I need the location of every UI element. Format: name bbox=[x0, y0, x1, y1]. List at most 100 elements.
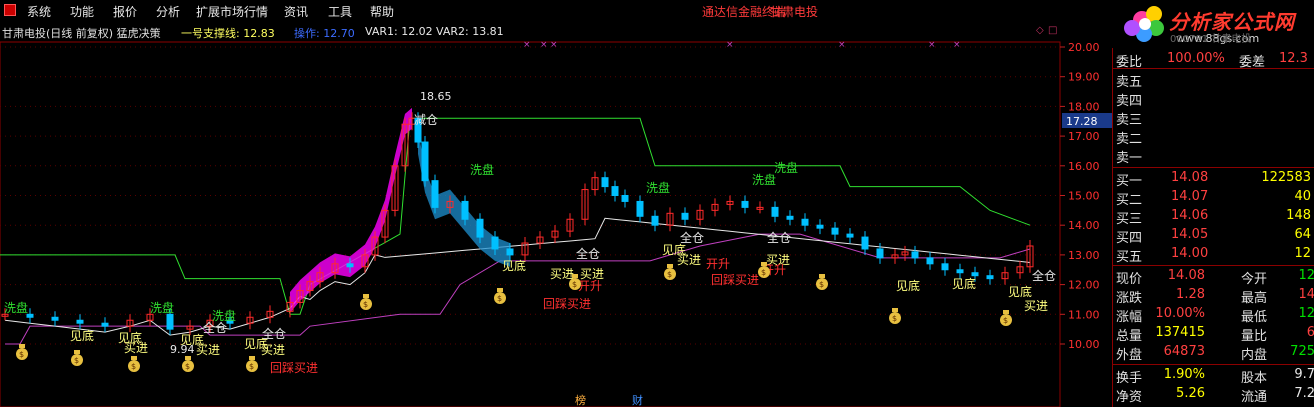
candle bbox=[461, 200, 469, 220]
menu-analysis[interactable]: 分析 bbox=[156, 3, 180, 20]
brand-logo: 分析家公式网 www.88gs.com 000791 甘肃电投 bbox=[1114, 0, 1314, 48]
stat-row: 涨跌 1.28 最高 14 bbox=[1116, 287, 1314, 306]
svg-text:×: × bbox=[726, 40, 734, 50]
signal-label-kaisheng: 开升 bbox=[578, 279, 602, 293]
candle bbox=[621, 195, 629, 202]
price-tick: 18.00 bbox=[1068, 100, 1100, 113]
sell-5-row[interactable]: 卖五 bbox=[1113, 70, 1314, 90]
buy-1-row[interactable]: 买一 14.08 122583 bbox=[1113, 169, 1314, 189]
sell-4-row[interactable]: 卖四 bbox=[1113, 89, 1314, 109]
menu-news[interactable]: 资讯 bbox=[284, 3, 308, 20]
menu-function[interactable]: 功能 bbox=[70, 3, 94, 20]
candle bbox=[491, 236, 499, 250]
signal-label-xipan: 洗盘 bbox=[646, 180, 670, 195]
menu-extended-market[interactable]: 扩展市场行情 bbox=[196, 3, 268, 20]
stat-row: 外盘 64873 内盘 725 bbox=[1116, 344, 1314, 363]
candle bbox=[431, 180, 439, 208]
menu-quote[interactable]: 报价 bbox=[113, 3, 137, 20]
cai-marker[interactable]: 财 bbox=[632, 393, 643, 407]
svg-text:$: $ bbox=[667, 270, 672, 279]
signal-label-maijin: 买进 bbox=[550, 267, 574, 281]
candle bbox=[506, 248, 514, 256]
svg-text:$: $ bbox=[249, 362, 254, 371]
stat2-row: 换手 1.90% 股本 9.7 bbox=[1116, 367, 1314, 386]
signal-label-xipan: 洗盘 bbox=[774, 160, 798, 175]
buy-5-row[interactable]: 买五 14.00 12 bbox=[1113, 245, 1314, 265]
svg-text:×: × bbox=[953, 40, 961, 50]
price-tick: 11.00 bbox=[1068, 308, 1100, 321]
menu-tools[interactable]: 工具 bbox=[328, 3, 352, 20]
signal-label-xipan: 洗盘 bbox=[752, 172, 776, 187]
candle bbox=[926, 257, 934, 265]
signal-label-xipan: 洗盘 bbox=[470, 162, 494, 177]
price-axis-ticks: 20.00 19.00 18.00 17.00 16.00 15.00 14.00 13.00… bbox=[1060, 41, 1100, 351]
candle bbox=[421, 141, 429, 182]
app-logo-icon[interactable] bbox=[4, 4, 16, 16]
candle bbox=[611, 186, 619, 196]
svg-text:$: $ bbox=[1003, 316, 1008, 325]
candle bbox=[346, 263, 354, 268]
sell-3-row[interactable]: 卖三 bbox=[1113, 108, 1314, 128]
chart-frame bbox=[0, 41, 1061, 407]
signal-label-maijin: 买进 bbox=[261, 343, 285, 357]
signal-label-quancang: 全仓 bbox=[262, 326, 286, 341]
svg-text:×: × bbox=[550, 40, 558, 50]
signal-label-jiandi: 见底 bbox=[502, 258, 526, 273]
flower-logo-icon bbox=[1124, 6, 1164, 42]
price-tick: 10.00 bbox=[1068, 338, 1100, 351]
candle bbox=[911, 251, 919, 259]
candle bbox=[876, 248, 884, 259]
candle bbox=[801, 218, 809, 226]
candle bbox=[476, 218, 484, 238]
money-bag-icon: $ bbox=[128, 356, 140, 372]
grid-lines bbox=[0, 46, 1060, 345]
svg-text:$: $ bbox=[19, 350, 24, 359]
signal-label-maijin: 买进 bbox=[124, 341, 148, 355]
sell-2-row[interactable]: 卖二 bbox=[1113, 127, 1314, 147]
price-tick: 13.00 bbox=[1068, 249, 1100, 262]
candle bbox=[771, 206, 779, 217]
candle bbox=[986, 275, 994, 280]
svg-text:×: × bbox=[523, 40, 531, 50]
svg-text:$: $ bbox=[74, 356, 79, 365]
candle bbox=[681, 212, 689, 220]
candle bbox=[861, 236, 869, 250]
signal-label-huicai: 回踩买进 bbox=[270, 361, 318, 375]
buy-4-row[interactable]: 买四 14.05 64 bbox=[1113, 226, 1314, 246]
candle bbox=[601, 177, 609, 188]
menu-system[interactable]: 系统 bbox=[27, 3, 51, 20]
signal-label-quancang: 全仓 bbox=[1032, 268, 1056, 283]
menu-help[interactable]: 帮助 bbox=[370, 3, 394, 20]
svg-text:$: $ bbox=[572, 280, 577, 289]
candle bbox=[846, 233, 854, 238]
candle bbox=[831, 227, 839, 235]
svg-text:×: × bbox=[928, 40, 936, 50]
price-tick: 15.00 bbox=[1068, 190, 1100, 203]
money-bag-icon: $ bbox=[889, 308, 901, 324]
kline-chart[interactable]: 20.00 19.00 18.00 17.00 16.00 15.00 14.00 13.00… bbox=[0, 22, 1112, 407]
buy-3-row[interactable]: 买三 14.06 148 bbox=[1113, 207, 1314, 227]
price-tick: 20.00 bbox=[1068, 41, 1100, 54]
signal-label-xipan: 洗盘 bbox=[4, 300, 28, 315]
signal-label-jiandi: 见底 bbox=[896, 278, 920, 293]
candle bbox=[971, 272, 979, 277]
candle bbox=[101, 322, 109, 327]
svg-text:$: $ bbox=[892, 314, 897, 323]
stock-name-title: 甘肃电投 bbox=[770, 5, 819, 19]
candle bbox=[636, 200, 644, 217]
candle bbox=[166, 313, 174, 330]
money-bag-icon: $ bbox=[664, 264, 676, 280]
svg-text:×: × bbox=[540, 40, 548, 50]
price-tick: 12.00 bbox=[1068, 279, 1100, 292]
svg-text:$: $ bbox=[497, 294, 502, 303]
svg-text:$: $ bbox=[131, 362, 136, 371]
buy-2-row[interactable]: 买二 14.07 40 bbox=[1113, 188, 1314, 208]
high-marker: 18.65 bbox=[420, 90, 452, 103]
sell-1-row[interactable]: 卖一 bbox=[1113, 146, 1314, 166]
money-bag-icon: $ bbox=[360, 294, 372, 310]
bang-marker[interactable]: 榜 bbox=[575, 393, 586, 407]
candle bbox=[941, 263, 949, 271]
stock-code-faded: 000791 甘肃电投 bbox=[1170, 34, 1252, 45]
stat2-row: 净资 5.26 流通 7.2 bbox=[1116, 386, 1314, 405]
price-tick: 14.00 bbox=[1068, 219, 1100, 232]
